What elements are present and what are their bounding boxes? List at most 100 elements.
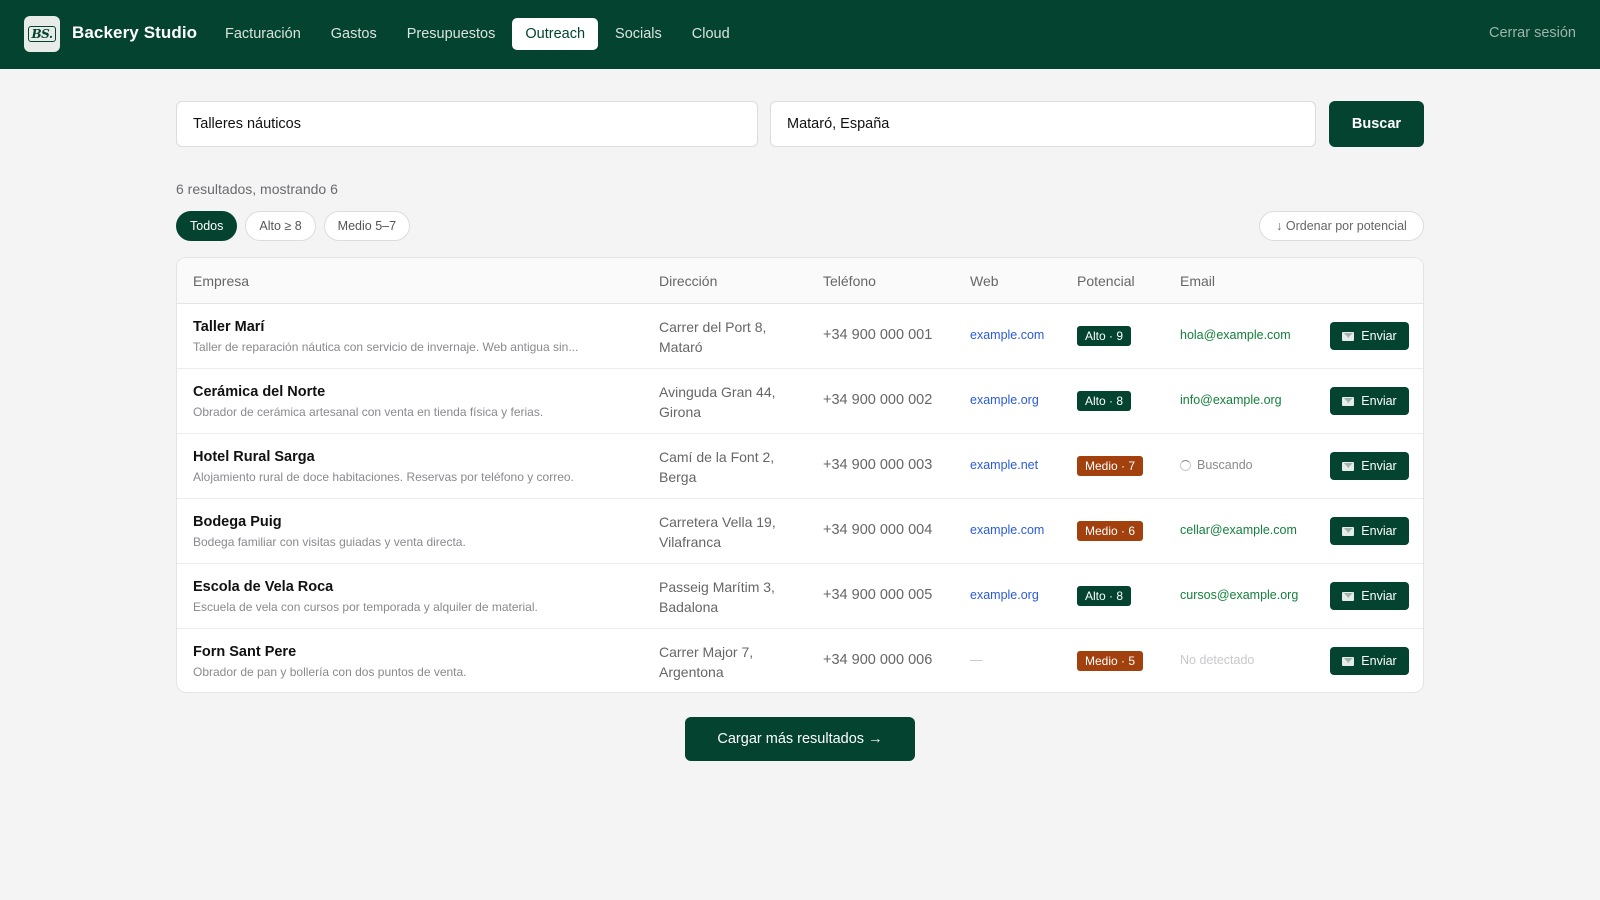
nav-item-cloud[interactable]: Cloud: [679, 18, 743, 50]
address-cell: Camí de la Font 2, Berga: [659, 447, 799, 487]
mail-icon: [1342, 461, 1355, 471]
potential-badge: Medio · 6: [1077, 521, 1144, 541]
company-name: Cerámica del Norte: [193, 384, 326, 400]
address-line-2: Berga: [659, 469, 697, 485]
send-email-button[interactable]: Enviar: [1330, 452, 1409, 480]
potential-cell: Alto · 9: [1077, 326, 1132, 346]
search-button[interactable]: Buscar: [1329, 101, 1424, 147]
column-header-potencial: Potencial: [1077, 273, 1135, 289]
filter-high[interactable]: Alto ≥ 8: [245, 211, 316, 241]
website-link[interactable]: example.com: [970, 328, 1044, 342]
nav-item-socials[interactable]: Socials: [602, 18, 675, 50]
potential-badge: Medio · 7: [1077, 456, 1144, 476]
company-name: Bodega Puig: [193, 514, 282, 530]
address-line-2: Vilafranca: [659, 534, 722, 550]
email-link[interactable]: cursos@example.org: [1180, 588, 1298, 602]
potential-cell: Alto · 8: [1077, 391, 1132, 411]
table-row: Bodega Puig Bodega familiar con visitas g…: [177, 499, 1423, 564]
potential-cell: Alto · 8: [1077, 586, 1132, 606]
send-email-button[interactable]: Enviar: [1330, 517, 1409, 545]
address-cell: Carrer Major 7, Argentona: [659, 642, 799, 682]
address-line-2: Mataró: [659, 339, 703, 355]
send-button-label: Enviar: [1361, 459, 1397, 473]
filter-all[interactable]: Todos: [176, 211, 238, 241]
sort-by-potential-button[interactable]: ↓ Ordenar por potencial: [1259, 211, 1424, 241]
address-line-2: Argentona: [659, 664, 724, 680]
email-link[interactable]: hola@example.com: [1180, 328, 1291, 342]
address-line-2: Girona: [659, 404, 702, 420]
app-logo[interactable]: BS.: [24, 16, 60, 52]
logout-link[interactable]: Cerrar sesión: [1489, 25, 1576, 41]
nav-item-facturacion[interactable]: Facturación: [212, 18, 314, 50]
table-row: Hotel Rural Sarga Alojamiento rural de do…: [177, 434, 1423, 499]
company-name: Escola de Vela Roca: [193, 579, 334, 595]
email-link[interactable]: cellar@example.com: [1180, 523, 1297, 537]
address-line-1: Carrer del Port 8,: [659, 319, 767, 335]
email-link[interactable]: info@example.org: [1180, 393, 1282, 407]
nav-item-outreach[interactable]: Outreach: [512, 18, 599, 50]
potential-badge: Alto · 8: [1077, 586, 1132, 606]
send-email-button[interactable]: Enviar: [1330, 322, 1409, 350]
mail-icon: [1342, 396, 1355, 406]
phone-number: +34 900 000 003: [823, 457, 933, 473]
email-not-detected: No detectado: [1180, 653, 1255, 667]
table-row: Cerámica del Norte Obrador de cerámica ar…: [177, 369, 1423, 434]
send-button-label: Enviar: [1361, 654, 1397, 668]
table-row: Taller Marí Taller de reparación náutica …: [177, 304, 1423, 369]
potential-cell: Medio · 5: [1077, 651, 1144, 671]
potential-cell: Medio · 7: [1077, 456, 1144, 476]
email-status-text: Buscando: [1197, 458, 1253, 472]
search-bar: Buscar: [176, 101, 1424, 147]
address-cell: Carrer del Port 8, Mataró: [659, 317, 799, 357]
address-line-1: Passeig Marítim 3,: [659, 579, 775, 595]
filter-chips: Todos Alto ≥ 8 Medio 5–7: [176, 211, 411, 241]
address-line-1: Carretera Vella 19,: [659, 514, 776, 530]
company-name: Taller Marí: [193, 319, 265, 335]
logo-icon: BS.: [28, 26, 56, 42]
table-body: Taller Marí Taller de reparación náutica …: [177, 304, 1423, 692]
send-cell: Enviar: [1330, 387, 1409, 415]
table-header: Empresa Dirección Teléfono Web Potencial…: [177, 258, 1423, 304]
query-input[interactable]: [176, 101, 758, 147]
address-line-1: Carrer Major 7,: [659, 644, 754, 660]
company-cell: Escola de Vela Roca Escuela de vela con c…: [193, 579, 633, 614]
nav-item-gastos[interactable]: Gastos: [318, 18, 390, 50]
website-link[interactable]: example.org: [970, 393, 1039, 407]
send-email-button[interactable]: Enviar: [1330, 647, 1409, 675]
column-header-telefono: Teléfono: [823, 273, 876, 289]
table-row: Forn Sant Pere Obrador de pan y bollería …: [177, 629, 1423, 692]
nav-item-presupuestos[interactable]: Presupuestos: [394, 18, 509, 50]
mail-icon: [1342, 591, 1355, 601]
column-header-web: Web: [970, 273, 999, 289]
address-line-1: Avinguda Gran 44,: [659, 384, 776, 400]
send-email-button[interactable]: Enviar: [1330, 582, 1409, 610]
location-input[interactable]: [770, 101, 1316, 147]
load-more-button[interactable]: Cargar más resultados →: [685, 717, 915, 761]
top-bar: BS. Backery Studio Facturación Gastos Pr…: [0, 0, 1600, 69]
company-name: Hotel Rural Sarga: [193, 449, 315, 465]
potential-badge: Alto · 9: [1077, 326, 1132, 346]
company-name: Forn Sant Pere: [193, 644, 297, 660]
website-link[interactable]: example.org: [970, 588, 1039, 602]
send-cell: Enviar: [1330, 452, 1409, 480]
results-count: 6 resultados, mostrando 6: [176, 181, 338, 197]
company-description: Obrador de cerámica artesanal con venta …: [193, 405, 544, 419]
company-cell: Hotel Rural Sarga Alojamiento rural de do…: [193, 449, 633, 484]
company-cell: Taller Marí Taller de reparación náutica …: [193, 319, 633, 354]
column-header-email: Email: [1180, 273, 1216, 289]
potential-cell: Medio · 6: [1077, 521, 1144, 541]
send-cell: Enviar: [1330, 647, 1409, 675]
address-cell: Carretera Vella 19, Vilafranca: [659, 512, 799, 552]
website-link[interactable]: example.net: [970, 458, 1038, 472]
phone-number: +34 900 000 001: [823, 327, 933, 343]
potential-badge: Alto · 8: [1077, 391, 1132, 411]
website-link[interactable]: example.com: [970, 523, 1044, 537]
table-row: Escola de Vela Roca Escuela de vela con c…: [177, 564, 1423, 629]
send-email-button[interactable]: Enviar: [1330, 387, 1409, 415]
website-link: —: [970, 653, 983, 667]
send-button-label: Enviar: [1361, 589, 1397, 603]
filter-medium[interactable]: Medio 5–7: [323, 211, 411, 241]
send-cell: Enviar: [1330, 517, 1409, 545]
company-description: Taller de reparación náutica con servici…: [193, 340, 579, 354]
send-button-label: Enviar: [1361, 329, 1397, 343]
